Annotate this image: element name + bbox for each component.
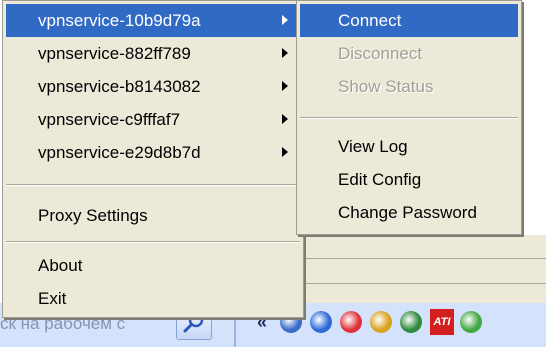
connect-menu-item[interactable]: Connect <box>300 4 518 37</box>
submenu-arrow-icon <box>282 147 288 157</box>
menu-item-label: vpnservice-882ff789 <box>38 44 191 63</box>
background-divider <box>300 258 546 259</box>
network-disconnected-icon[interactable] <box>310 311 332 333</box>
messenger-buddy-icon[interactable] <box>460 311 482 333</box>
menu-item-label: Change Password <box>338 203 477 222</box>
menu-item-label: Edit Config <box>338 170 422 189</box>
show-status-menu-item: Show Status <box>300 70 518 103</box>
change-password-menu-item[interactable]: Change Password <box>300 196 518 229</box>
menu-item-vpnservice-c9fffaf7[interactable]: vpnservice-c9fffaf7 <box>6 103 300 136</box>
menu-item-about[interactable]: About <box>6 249 300 282</box>
menu-item-label: View Log <box>338 137 408 156</box>
edit-config-menu-item[interactable]: Edit Config <box>300 163 518 196</box>
user-lock-icon[interactable] <box>400 311 422 333</box>
heart-icon[interactable] <box>340 311 362 333</box>
disconnect-menu-item: Disconnect <box>300 37 518 70</box>
view-log-menu-item[interactable]: View Log <box>300 130 518 163</box>
menu-item-label: Show Status <box>338 77 434 96</box>
submenu-arrow-icon <box>282 48 288 58</box>
menu-item-label: vpnservice-10b9d79a <box>38 11 201 30</box>
menu-item-vpnservice-e29d8b7d[interactable]: vpnservice-e29d8b7d <box>6 136 300 169</box>
menu-item-label: vpnservice-b8143082 <box>38 77 201 96</box>
satellite-dish-icon[interactable] <box>370 311 392 333</box>
vpn-submenu: Connect Disconnect Show Status View Log … <box>296 0 522 235</box>
submenu-arrow-icon <box>282 114 288 124</box>
menu-item-vpnservice-882ff789[interactable]: vpnservice-882ff789 <box>6 37 300 70</box>
menu-item-label: Connect <box>338 11 402 30</box>
submenu-arrow-icon <box>282 15 288 25</box>
menu-item-label: vpnservice-c9fffaf7 <box>38 110 181 129</box>
menu-item-exit[interactable]: Exit <box>6 282 300 315</box>
menu-separator <box>6 184 300 186</box>
menu-item-label: vpnservice-e29d8b7d <box>38 143 201 162</box>
menu-separator <box>300 117 518 119</box>
background-divider <box>300 283 546 284</box>
menu-item-label: Proxy Settings <box>38 206 148 225</box>
menu-item-proxy-settings[interactable]: Proxy Settings <box>6 199 300 232</box>
menu-item-label: About <box>38 256 83 275</box>
menu-item-vpnservice-10b9d79a[interactable]: vpnservice-10b9d79a <box>6 4 300 37</box>
menu-item-vpnservice-b8143082[interactable]: vpnservice-b8143082 <box>6 70 300 103</box>
submenu-arrow-icon <box>282 81 288 91</box>
menu-separator <box>6 241 300 243</box>
ati-icon[interactable]: ATI <box>430 309 454 335</box>
tray-context-menu: vpnservice-10b9d79a vpnservice-882ff789 … <box>2 0 304 318</box>
menu-item-label: Disconnect <box>338 44 423 63</box>
menu-item-label: Exit <box>38 289 67 308</box>
background-window <box>300 235 546 303</box>
